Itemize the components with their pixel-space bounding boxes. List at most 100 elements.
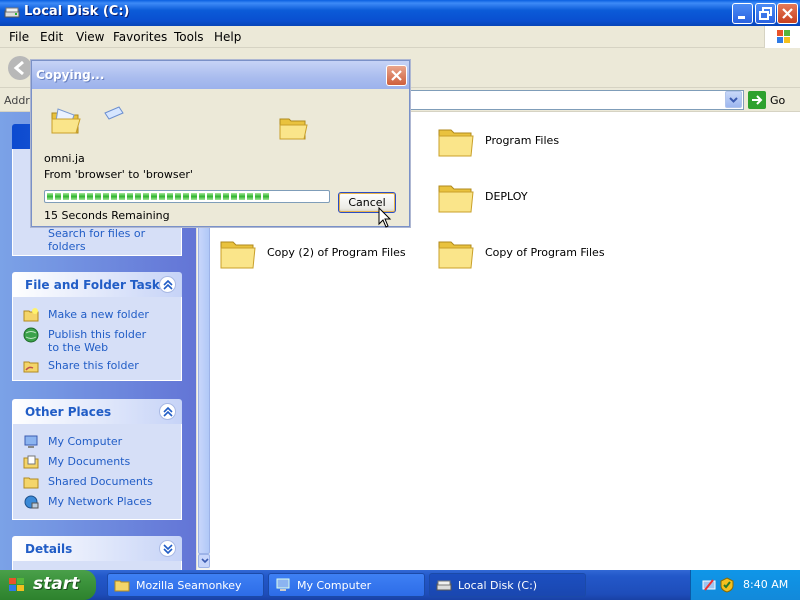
progress-block <box>55 193 61 200</box>
restore-icon <box>759 7 772 20</box>
clock: 8:40 AM <box>743 578 789 591</box>
chevron-down-icon <box>163 544 173 554</box>
windows-flag-icon <box>9 578 24 591</box>
chevron-down-icon <box>729 97 738 103</box>
progress-block <box>111 193 117 200</box>
taskbar: start Mozilla Seamonkey My Computer Loca… <box>0 570 800 600</box>
minimize-button[interactable] <box>732 3 753 24</box>
window-title-bar[interactable]: Local Disk (C:) <box>0 0 800 26</box>
progress-block <box>95 193 101 200</box>
chevron-up-icon <box>163 280 173 290</box>
collapse-button[interactable] <box>159 276 176 293</box>
mouse-pointer-icon <box>378 207 392 228</box>
folder-icon <box>438 241 474 269</box>
place-my-computer[interactable]: My Computer <box>13 432 181 452</box>
menu-view[interactable]: View <box>76 30 104 44</box>
progress-fill <box>47 193 271 200</box>
place-label: My Computer <box>48 435 123 448</box>
windows-logo <box>764 26 800 48</box>
globe-icon <box>23 327 39 343</box>
place-my-network-places[interactable]: My Network Places <box>13 492 181 512</box>
back-button[interactable] <box>8 56 32 80</box>
collapse-button[interactable] <box>159 403 176 420</box>
details-header[interactable]: Details <box>12 536 182 561</box>
progress-block <box>239 193 245 200</box>
progress-block <box>247 193 253 200</box>
close-icon <box>391 70 402 81</box>
close-icon <box>782 8 793 19</box>
place-my-documents[interactable]: My Documents <box>13 452 181 472</box>
progress-block <box>127 193 133 200</box>
menu-help[interactable]: Help <box>214 30 241 44</box>
folder-icon <box>114 580 130 592</box>
progress-block <box>151 193 157 200</box>
progress-block <box>215 193 221 200</box>
network-tray-icon[interactable] <box>701 577 717 593</box>
task-label: Publish this folder to the Web <box>48 328 147 354</box>
restore-button[interactable] <box>755 3 776 24</box>
system-tray: 8:40 AM <box>690 570 800 600</box>
chevron-up-icon <box>163 407 173 417</box>
task-label: Share this folder <box>48 359 139 372</box>
other-places-header[interactable]: Other Places <box>12 399 182 424</box>
dialog-title: Copying... <box>36 68 105 82</box>
folder-name: Copy of Program Files <box>485 246 605 259</box>
taskbar-button-local-disk[interactable]: Local Disk (C:) <box>429 573 586 597</box>
progress-block <box>207 193 213 200</box>
other-places-title: Other Places <box>25 405 112 419</box>
expand-button[interactable] <box>159 540 176 557</box>
network-icon <box>24 495 39 509</box>
menu-tools[interactable]: Tools <box>174 30 204 44</box>
folder-name: Program Files <box>485 134 560 147</box>
drive-icon <box>436 580 452 591</box>
menu-file[interactable]: File <box>9 30 29 44</box>
task-label: Make a new folder <box>48 308 149 321</box>
windows-flag-icon <box>777 30 790 43</box>
computer-icon <box>24 435 38 448</box>
folder-name: Copy (2) of Program Files <box>267 246 406 259</box>
time-remaining: 15 Seconds Remaining <box>44 209 170 222</box>
taskbar-button-label: My Computer <box>297 579 372 592</box>
file-folder-tasks-header[interactable]: File and Folder Tasks <box>12 272 182 297</box>
progress-block <box>87 193 93 200</box>
progress-block <box>143 193 149 200</box>
flying-document-icon <box>104 106 124 120</box>
place-shared-documents[interactable]: Shared Documents <box>13 472 181 492</box>
task-share-folder[interactable]: Share this folder <box>13 356 181 376</box>
progress-block <box>119 193 125 200</box>
place-label: My Documents <box>48 455 131 468</box>
folder-icon <box>220 241 256 269</box>
go-arrow-icon <box>748 91 766 109</box>
details-title: Details <box>25 542 73 556</box>
go-button[interactable]: Go <box>748 91 798 109</box>
start-button[interactable]: start <box>0 570 96 600</box>
address-dropdown-button[interactable] <box>725 91 742 108</box>
copying-dialog: Copying... omni.ja From 'browser' to 'br… <box>31 60 410 227</box>
progress-block <box>263 193 269 200</box>
folder-icon <box>438 129 474 157</box>
dialog-title-bar[interactable]: Copying... <box>32 61 409 89</box>
security-tray-icon[interactable] <box>719 577 735 593</box>
menu-edit[interactable]: Edit <box>40 30 63 44</box>
place-label: Shared Documents <box>48 475 153 488</box>
taskbar-button-seamonkey[interactable]: Mozilla Seamonkey <box>107 573 264 597</box>
other-places-panel: Other Places My Computer My Documents Sh… <box>12 399 182 520</box>
folder-name: DEPLOY <box>485 190 528 203</box>
back-arrow-icon <box>13 60 24 76</box>
progress-block <box>191 193 197 200</box>
close-button[interactable] <box>777 3 798 24</box>
window-title: Local Disk (C:) <box>24 4 130 19</box>
scroll-down-button[interactable] <box>198 554 210 568</box>
task-make-new-folder[interactable]: Make a new folder <box>13 305 181 325</box>
progress-block <box>63 193 69 200</box>
menu-favorites[interactable]: Favorites <box>113 30 167 44</box>
search-link-label: Search for files or folders <box>48 227 146 253</box>
progress-block <box>79 193 85 200</box>
taskbar-button-my-computer[interactable]: My Computer <box>268 573 425 597</box>
folder-icon <box>23 477 39 489</box>
dialog-close-button[interactable] <box>386 65 407 86</box>
share-folder-icon <box>23 361 39 373</box>
computer-icon <box>276 578 290 591</box>
place-label: My Network Places <box>48 495 152 508</box>
task-publish-folder[interactable]: Publish this folder to the Web <box>13 325 181 356</box>
